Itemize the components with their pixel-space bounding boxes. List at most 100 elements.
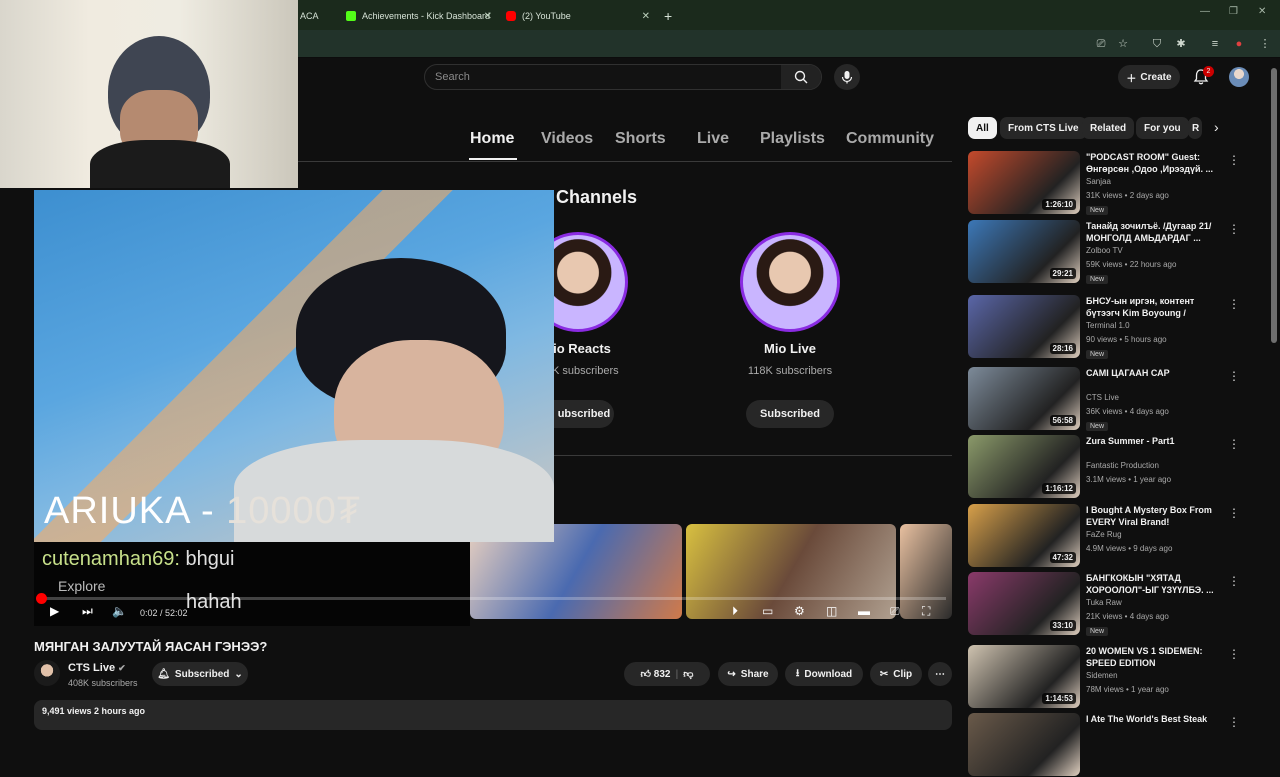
related-thumbnail[interactable]: 1:26:10 xyxy=(968,151,1080,214)
more-options-icon[interactable]: ⋮ xyxy=(1228,647,1240,661)
cast-icon[interactable]: ⎚ xyxy=(1094,37,1108,51)
more-options-icon[interactable]: ⋮ xyxy=(1228,437,1240,451)
more-actions-button[interactable]: ⋯ xyxy=(928,662,952,686)
related-thumbnail[interactable]: 1:16:12 xyxy=(968,435,1080,498)
new-tab-button[interactable]: + xyxy=(664,4,678,28)
channel-avatar-mio-live[interactable] xyxy=(740,232,840,332)
subscribed-button[interactable]: ubscribed xyxy=(554,400,614,428)
tab-community[interactable]: Community xyxy=(846,130,934,148)
related-thumbnail[interactable]: 33:10 xyxy=(968,572,1080,635)
related-title[interactable]: Zura Summer - Part1 xyxy=(1086,435,1216,447)
subtitles-icon[interactable]: ▭ xyxy=(762,604,773,618)
more-options-icon[interactable]: ⋮ xyxy=(1228,153,1240,167)
channel-name-mio-live[interactable]: Mio Live xyxy=(730,341,850,356)
tab-youtube[interactable]: (2) YouTube ✕ xyxy=(506,4,656,28)
theater-mode-icon[interactable]: ▬ xyxy=(858,604,870,618)
related-video-item[interactable]: 28:16 БНСУ-ын иргэн, контент бүтээгч Kim … xyxy=(968,295,1268,359)
related-title[interactable]: 20 WOMEN VS 1 SIDEMEN: SPEED EDITION xyxy=(1086,645,1216,669)
dislike-button[interactable]: 👎︎ xyxy=(683,668,693,680)
related-thumbnail[interactable]: 1:14:53 xyxy=(968,645,1080,708)
related-channel[interactable]: FaZe Rug xyxy=(1086,530,1122,539)
subscribed-button-mio-live[interactable]: Subscribed xyxy=(746,400,834,428)
miniplayer-icon[interactable]: ◫ xyxy=(826,604,837,618)
progress-knob[interactable] xyxy=(35,593,47,604)
more-options-icon[interactable]: ⋮ xyxy=(1228,369,1240,383)
related-video-item[interactable]: 47:32 I Bought A Mystery Box From EVERY V… xyxy=(968,504,1268,568)
more-options-icon[interactable]: ⋮ xyxy=(1228,715,1240,729)
chip-from-channel[interactable]: From CTS Live xyxy=(1000,117,1087,139)
related-channel[interactable]: CTS Live xyxy=(1086,393,1119,402)
stream-video-frame[interactable]: ARIUKA - 10000₮ xyxy=(34,190,554,542)
related-channel[interactable]: Sanjaa xyxy=(1086,177,1111,186)
related-video-item[interactable]: 1:14:53 20 WOMEN VS 1 SIDEMEN: SPEED EDIT… xyxy=(968,645,1268,709)
channel-name[interactable]: io Reacts xyxy=(552,341,612,356)
settings-gear-icon[interactable]: ⚙ xyxy=(794,604,805,618)
autoplay-toggle-icon[interactable]: ⏵ xyxy=(732,604,738,619)
video-progress-bar[interactable] xyxy=(35,593,946,604)
related-title[interactable]: I Bought A Mystery Box From EVERY Viral … xyxy=(1086,504,1216,528)
close-tab-icon[interactable]: ✕ xyxy=(484,11,492,22)
profile-icon[interactable]: ● xyxy=(1232,37,1246,51)
related-thumbnail[interactable]: 47:32 xyxy=(968,504,1080,567)
related-thumbnail[interactable]: 28:16 xyxy=(968,295,1080,358)
search-input[interactable]: Search xyxy=(435,71,470,83)
related-video-item[interactable]: 33:10 БАНГКОКЫН "ХЯТАД ХОРООЛОЛ"-ЫГ ҮЗҮҮЛ… xyxy=(968,572,1268,636)
tab-partial[interactable]: ACA xyxy=(300,4,340,28)
related-thumbnail[interactable]: 29:21 xyxy=(968,220,1080,283)
share-button[interactable]: ↪ Share xyxy=(718,662,778,686)
create-button[interactable]: ＋ Create xyxy=(1118,65,1180,89)
related-title[interactable]: САМІ ЦАГААН САР xyxy=(1086,367,1216,379)
account-avatar[interactable] xyxy=(1229,67,1249,87)
related-channel[interactable]: Sidemen xyxy=(1086,671,1118,680)
more-options-icon[interactable]: ⋮ xyxy=(1228,222,1240,236)
scrollbar[interactable] xyxy=(1271,68,1277,343)
channel-avatar-small[interactable] xyxy=(34,660,60,686)
close-tab-icon[interactable]: ✕ xyxy=(642,11,650,22)
more-options-icon[interactable]: ⋮ xyxy=(1228,574,1240,588)
related-channel[interactable]: Zolboo TV xyxy=(1086,246,1123,255)
maximize-icon[interactable]: ❐ xyxy=(1229,6,1238,17)
menu-icon[interactable]: ⋮ xyxy=(1258,37,1272,51)
related-channel[interactable]: Tuka Raw xyxy=(1086,598,1122,607)
more-options-icon[interactable]: ⋮ xyxy=(1228,506,1240,520)
related-video-item[interactable]: 1:16:12 Zura Summer - Part1 Fantastic Prod… xyxy=(968,435,1268,499)
next-icon[interactable]: ⏭ xyxy=(82,604,93,619)
related-video-item[interactable]: 29:21 Танайд зочилъё. /Дугаар 21/ МОНГОЛД… xyxy=(968,220,1268,284)
related-thumbnail[interactable] xyxy=(968,713,1080,776)
voice-search-button[interactable] xyxy=(834,64,860,90)
subscribed-dropdown-button[interactable]: 🔔︎ Subscribed ⌄ xyxy=(152,662,248,686)
related-channel[interactable]: Fantastic Production xyxy=(1086,461,1159,470)
more-options-icon[interactable]: ⋮ xyxy=(1228,297,1240,311)
close-window-icon[interactable]: ✕ xyxy=(1258,6,1266,17)
related-video-item[interactable]: I Ate The World's Best Steak ⋮ xyxy=(968,713,1268,777)
tab-live[interactable]: Live xyxy=(697,130,729,148)
chip-for-you[interactable]: For you xyxy=(1136,117,1189,139)
tab-kick-achievements[interactable]: Achievements - Kick Dashboard ✕ xyxy=(346,4,498,28)
search-bar[interactable]: Search xyxy=(424,64,822,90)
description-box[interactable] xyxy=(34,700,952,730)
related-title[interactable]: Танайд зочилъё. /Дугаар 21/ МОНГОЛД АМЬД… xyxy=(1086,220,1216,244)
search-button[interactable] xyxy=(781,65,821,89)
bookmark-star-icon[interactable]: ☆ xyxy=(1116,37,1130,51)
like-button[interactable]: 👍︎ 832 xyxy=(641,668,671,680)
chevron-right-icon[interactable]: › xyxy=(1214,119,1219,135)
tab-videos[interactable]: Videos xyxy=(541,130,593,148)
related-video-item[interactable]: 1:26:10 "PODCAST ROOM" Guest: Өнгөрсөн ,О… xyxy=(968,151,1268,215)
related-channel[interactable]: Terminal 1.0 xyxy=(1086,321,1130,330)
chip-all[interactable]: All xyxy=(968,117,997,139)
clip-button[interactable]: ✂ Clip xyxy=(870,662,922,686)
chip-partial[interactable]: R xyxy=(1188,117,1202,139)
fullscreen-icon[interactable]: ⛶ xyxy=(922,604,930,619)
related-title[interactable]: I Ate The World's Best Steak xyxy=(1086,713,1216,725)
tab-shorts[interactable]: Shorts xyxy=(615,130,666,148)
related-title[interactable]: БНСУ-ын иргэн, контент бүтээгч Kim Boyou… xyxy=(1086,295,1216,319)
volume-icon[interactable]: 🔈 xyxy=(112,604,127,618)
related-video-item[interactable]: 56:58 САМІ ЦАГААН САР CTS Live 36K views • … xyxy=(968,367,1268,431)
reading-list-icon[interactable]: ≡ xyxy=(1208,37,1222,51)
tab-playlists[interactable]: Playlists xyxy=(760,130,825,148)
tab-home[interactable]: Home xyxy=(470,130,514,148)
play-icon[interactable]: ▶ xyxy=(50,604,59,618)
shield-icon[interactable]: ⛉ xyxy=(1150,37,1164,51)
related-thumbnail[interactable]: 56:58 xyxy=(968,367,1080,430)
related-title[interactable]: "PODCAST ROOM" Guest: Өнгөрсөн ,Одоо ,Ир… xyxy=(1086,151,1216,175)
